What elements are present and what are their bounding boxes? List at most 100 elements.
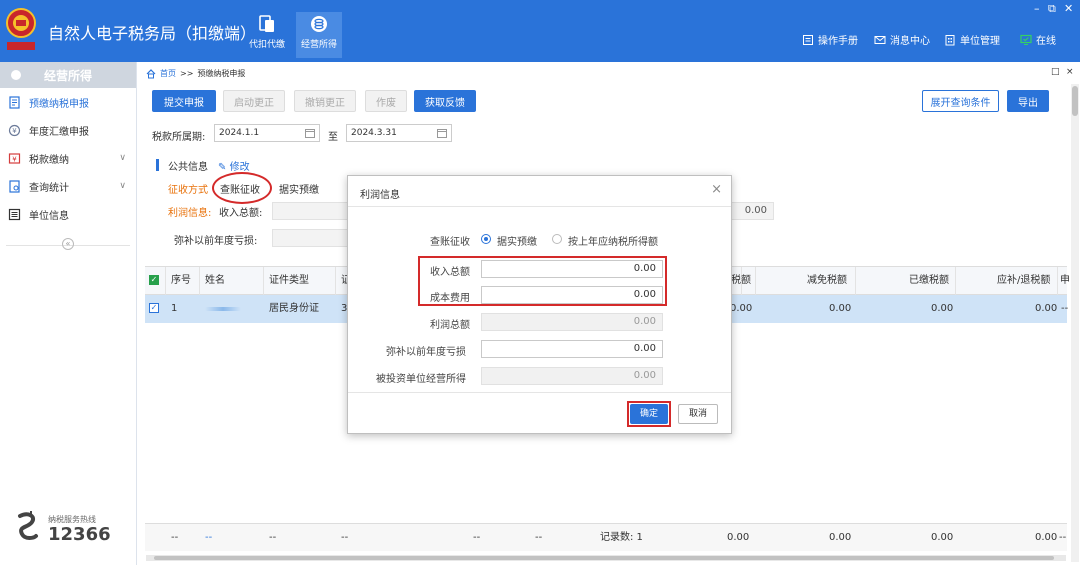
horizontal-scrollbar[interactable] xyxy=(146,555,1066,561)
table-summary-row: -- -- -- -- -- -- 记录数: 1 0.00 0.00 0.00 … xyxy=(145,523,1067,551)
sidebar-item-query-stats[interactable]: 查询统计 ∨ xyxy=(0,172,136,200)
envelope-icon xyxy=(874,35,886,44)
sidebar-collapse-button[interactable]: « xyxy=(62,238,74,250)
message-center-label: 消息中心 xyxy=(890,36,930,47)
profit-total-input: 0.00 xyxy=(481,313,663,331)
row-tax: 0.00 xyxy=(730,303,753,314)
row-id-type: 居民身份证 xyxy=(269,303,319,314)
radio-actual-prepay-label[interactable]: 据实预缴 xyxy=(497,233,537,248)
unit-management-link[interactable]: 单位管理 xyxy=(944,32,1000,47)
summary-paid: 0.00 xyxy=(931,532,954,543)
prior-loss-label: 弥补以前年度亏损 xyxy=(386,347,466,358)
public-info-title: 公共信息 xyxy=(168,162,208,173)
redacted-name xyxy=(205,307,241,311)
radio-actual-prepay[interactable] xyxy=(481,234,491,244)
sidebar-item-unit-info[interactable]: 单位信息 xyxy=(0,200,136,228)
expand-query-button[interactable]: 展开查询条件 xyxy=(922,90,999,112)
sidebar-header: 经营所得 xyxy=(0,62,136,88)
start-correction-button[interactable]: 启动更正 xyxy=(223,90,285,112)
breadcrumb-home[interactable]: 首页 xyxy=(160,68,176,79)
breadcrumb-current: 预缴纳税申报 xyxy=(197,69,246,78)
radio-last-year-label[interactable]: 按上年应纳税所得额 xyxy=(568,233,658,248)
close-window-button[interactable]: ✕ xyxy=(1064,2,1073,15)
radio-last-year[interactable] xyxy=(552,234,562,244)
monitor-online-icon xyxy=(1020,34,1032,45)
pane-close-button[interactable]: × xyxy=(1066,67,1074,77)
export-button[interactable]: 导出 xyxy=(1007,90,1049,112)
dialog-divider xyxy=(348,206,731,207)
profit-total-label: 利润总额 xyxy=(430,320,470,331)
scrollbar-thumb[interactable] xyxy=(1072,86,1078,116)
maximize-button[interactable]: ⧉ xyxy=(1048,2,1056,16)
select-all-checkbox[interactable]: ✓ xyxy=(149,275,159,285)
sidebar-item-label: 查询统计 xyxy=(29,182,69,194)
column-divider xyxy=(1057,267,1058,295)
row-refund: 0.00 xyxy=(1035,303,1058,314)
chevron-down-icon: ∨ xyxy=(119,153,126,163)
tab-withholding[interactable]: 代扣代缴 xyxy=(244,12,290,58)
column-divider xyxy=(263,267,264,295)
online-status[interactable]: 在线 xyxy=(1020,32,1056,47)
sidebar-item-tax-payment[interactable]: ¥ 税款缴纳 ∨ xyxy=(0,144,136,172)
scrollbar-thumb[interactable] xyxy=(154,556,1054,560)
vertical-scrollbar[interactable] xyxy=(1071,84,1079,562)
document-icon xyxy=(259,15,274,32)
column-divider xyxy=(165,267,166,295)
close-icon[interactable]: × xyxy=(711,182,722,197)
manual-link[interactable]: 操作手册 xyxy=(802,32,858,47)
sidebar: 经营所得 预缴纳税申报 ¥ 年度汇缴申报 ¥ 税款缴纳 ∨ 查询统计 ∨ 单位信… xyxy=(0,62,137,565)
summary-cell: -- xyxy=(205,532,213,543)
sidebar-item-prepay-declaration[interactable]: 预缴纳税申报 xyxy=(0,88,136,116)
row-reduction: 0.00 xyxy=(829,303,852,314)
tab-business-income[interactable]: 经营所得 xyxy=(296,12,342,58)
row-checkbox[interactable]: ✓ xyxy=(149,303,159,313)
background-value-field: 0.00 xyxy=(730,202,774,220)
row-paid: 0.00 xyxy=(931,303,954,314)
chevron-down-icon: ∨ xyxy=(119,181,126,191)
get-feedback-button[interactable]: 获取反馈 xyxy=(414,90,476,112)
sidebar-title: 经营所得 xyxy=(44,68,93,83)
message-center-link[interactable]: 消息中心 xyxy=(874,32,930,47)
invested-unit-income-label: 被投资单位经营所得 xyxy=(376,374,466,385)
breadcrumb-separator: >> xyxy=(180,69,194,78)
prior-loss-input[interactable]: 0.00 xyxy=(481,340,663,358)
summary-cell: -- xyxy=(473,532,481,543)
levy-method-text: 查账征收 xyxy=(430,237,470,248)
sidebar-item-annual-declaration[interactable]: ¥ 年度汇缴申报 xyxy=(0,116,136,144)
coins-icon xyxy=(311,16,327,32)
edit-icon: ✎ xyxy=(218,162,227,173)
profit-info-label: 利润信息: xyxy=(168,208,212,219)
void-button[interactable]: 作废 xyxy=(365,90,407,112)
period-start-field[interactable]: 2024.1.1 xyxy=(214,124,320,142)
minimize-button[interactable]: – xyxy=(1034,2,1040,15)
row-extra: -- xyxy=(1061,303,1069,314)
summary-extra: -- xyxy=(1059,532,1067,543)
breadcrumb: 首页 >> 预缴纳税申报 xyxy=(146,68,245,79)
form-icon xyxy=(9,95,20,109)
hotline-number: 12366 xyxy=(48,524,111,545)
column-divider xyxy=(335,267,336,295)
confirm-button[interactable]: 确定 xyxy=(630,404,668,424)
dialog-title: 利润信息 xyxy=(360,190,400,201)
building-icon xyxy=(945,34,955,45)
summary-cell: -- xyxy=(535,532,543,543)
pane-restore-button[interactable]: □ xyxy=(1051,67,1060,77)
book-icon xyxy=(803,34,813,45)
col-refund: 应补/退税额 xyxy=(997,275,1051,286)
levy-option-actual-prepay[interactable]: 据实预缴 xyxy=(279,181,319,196)
invested-unit-income-input: 0.00 xyxy=(481,367,663,385)
highlight-box xyxy=(418,256,667,306)
public-info-edit-link[interactable]: ✎ 修改 xyxy=(218,158,250,173)
tax-emblem-logo xyxy=(6,8,36,50)
calendar-icon xyxy=(437,129,447,138)
col-index: 序号 xyxy=(171,275,191,286)
tax-period-label: 税款所属期: xyxy=(152,132,206,143)
summary-refund: 0.00 xyxy=(1035,532,1058,543)
revoke-correction-button[interactable]: 撤销更正 xyxy=(294,90,356,112)
cancel-button[interactable]: 取消 xyxy=(678,404,718,424)
period-end-field[interactable]: 2024.3.31 xyxy=(346,124,452,142)
highlight-circle xyxy=(212,172,272,204)
yuan-coin-icon: ¥ xyxy=(8,124,21,136)
submit-declaration-button[interactable]: 提交申报 xyxy=(152,90,216,112)
column-divider xyxy=(199,267,200,295)
